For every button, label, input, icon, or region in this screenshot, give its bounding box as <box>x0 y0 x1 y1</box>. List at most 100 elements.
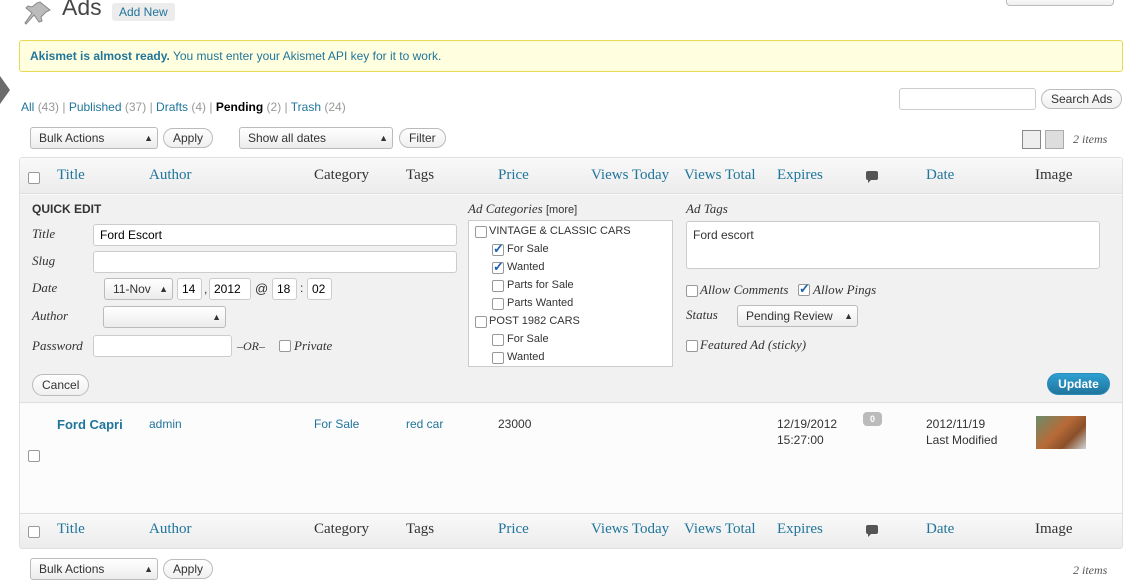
select-arrows-icon: ▲ <box>144 133 153 143</box>
allow-pings-label: Allow Pings <box>813 282 877 297</box>
bulk-actions-select-bottom[interactable]: Bulk Actions ▲ <box>30 558 158 580</box>
select-arrows-icon: ▲ <box>144 564 153 574</box>
cat-label-2: Wanted <box>507 261 545 273</box>
cat-checkbox-4[interactable] <box>492 298 504 310</box>
cat-checkbox-5[interactable] <box>475 316 487 328</box>
row-date-status: Last Modified <box>926 433 998 447</box>
excerpt-view-icon[interactable] <box>1045 130 1064 149</box>
row-author-link[interactable]: admin <box>149 417 182 431</box>
col-date[interactable]: Date <box>926 167 954 184</box>
apply-button-bottom[interactable]: Apply <box>163 559 214 579</box>
foot-col-price[interactable]: Price <box>498 521 529 538</box>
select-arrows-icon: ▲ <box>212 312 221 322</box>
day-input[interactable]: 14 <box>177 278 202 300</box>
foot-col-views-total[interactable]: Views Total <box>684 521 756 538</box>
row-price: 23000 <box>498 417 532 431</box>
private-checkbox[interactable] <box>279 340 291 352</box>
row-title-link[interactable]: Ford Capri <box>57 417 123 432</box>
cat-checkbox-0[interactable] <box>475 226 487 238</box>
add-new-button[interactable]: Add New <box>112 3 175 21</box>
foot-col-date[interactable]: Date <box>926 521 954 538</box>
pushpin-icon <box>24 1 51 25</box>
col-views-total[interactable]: Views Total <box>684 167 756 184</box>
dates-filter-select[interactable]: Show all dates ▲ <box>239 127 393 149</box>
comments-icon[interactable] <box>866 171 878 183</box>
foot-col-expires[interactable]: Expires <box>777 521 823 538</box>
cat-label-7: Wanted <box>507 351 545 363</box>
akismet-notice: Akismet is almost ready. You must enter … <box>19 40 1123 72</box>
comment-count-bubble[interactable]: 0 <box>863 412 882 426</box>
screen-options-button[interactable] <box>1006 0 1114 6</box>
filter-drafts[interactable]: Drafts (4) <box>156 100 206 114</box>
title-input[interactable]: Ford Escort <box>93 224 457 246</box>
minute-input[interactable]: 02 <box>307 278 332 300</box>
col-tags: Tags <box>406 167 435 183</box>
foot-col-image: Image <box>1035 521 1073 537</box>
select-arrows-icon: ▲ <box>379 133 388 143</box>
featured-checkbox[interactable] <box>686 340 698 352</box>
search-input[interactable] <box>899 88 1036 110</box>
list-view-icon[interactable] <box>1022 130 1041 149</box>
cat-label-1: For Sale <box>507 243 549 255</box>
select-arrows-icon: ▲ <box>159 284 168 294</box>
date-label: Date <box>32 280 58 295</box>
featured-label: Featured Ad (sticky) <box>700 337 807 352</box>
row-checkbox[interactable] <box>28 450 40 462</box>
apply-button-top[interactable]: Apply <box>163 128 214 148</box>
cancel-button[interactable]: Cancel <box>32 374 90 396</box>
col-author[interactable]: Author <box>149 167 192 184</box>
tags-textarea[interactable]: Ford escort <box>686 221 1100 269</box>
cat-checkbox-7[interactable] <box>492 352 504 364</box>
more-link[interactable]: [more] <box>546 204 577 216</box>
quick-edit-heading: QUICK EDIT <box>32 202 102 216</box>
password-input[interactable] <box>93 335 232 357</box>
author-select[interactable]: ▲ <box>103 306 226 328</box>
foot-col-views-today[interactable]: Views Today <box>591 521 669 538</box>
row-category-link[interactable]: For Sale <box>314 417 359 431</box>
cat-label-3: Parts for Sale <box>507 279 574 291</box>
filter-trash[interactable]: Trash (24) <box>291 100 346 114</box>
update-button[interactable]: Update <box>1047 373 1110 395</box>
status-filters: All (43) | Published (37) | Drafts (4) |… <box>21 100 346 114</box>
foot-col-title[interactable]: Title <box>57 521 85 538</box>
allow-pings-checkbox[interactable] <box>798 281 810 297</box>
page-title: Ads <box>62 0 102 20</box>
col-views-today[interactable]: Views Today <box>591 167 669 184</box>
private-label: Private <box>294 338 333 353</box>
filter-all[interactable]: All (43) <box>21 100 59 114</box>
col-expires[interactable]: Expires <box>777 167 823 184</box>
filter-published[interactable]: Published (37) <box>69 100 146 114</box>
foot-col-author[interactable]: Author <box>149 521 192 538</box>
items-count-bottom: 2 items <box>1073 563 1108 577</box>
foot-comments-icon[interactable] <box>866 525 878 537</box>
cat-checkbox-1[interactable] <box>492 241 504 257</box>
cat-label-5: POST 1982 CARS <box>489 315 580 327</box>
cat-checkbox-3[interactable] <box>492 280 504 292</box>
search-ads-button[interactable]: Search Ads <box>1041 89 1123 109</box>
allow-comments-checkbox[interactable] <box>686 285 698 297</box>
row-tags-link[interactable]: red car <box>406 417 443 431</box>
cat-checkbox-6[interactable] <box>492 334 504 346</box>
hour-input[interactable]: 18 <box>272 278 297 300</box>
filter-pending[interactable]: Pending (2) <box>216 100 281 114</box>
cat-checkbox-2[interactable] <box>492 259 504 275</box>
select-all-checkbox-top[interactable] <box>28 172 40 184</box>
bulk-actions-select-top[interactable]: Bulk Actions ▲ <box>30 127 158 149</box>
notice-message: You must enter your Akismet API key for … <box>169 49 442 63</box>
row-image-thumbnail[interactable] <box>1036 416 1086 449</box>
slug-label: Slug <box>32 253 56 268</box>
status-select[interactable]: Pending Review ▲ <box>737 305 858 327</box>
row-expires-date: 12/19/2012 <box>777 417 838 431</box>
col-title[interactable]: Title <box>57 167 85 184</box>
col-price[interactable]: Price <box>498 167 529 184</box>
filter-button[interactable]: Filter <box>399 128 446 148</box>
or-text: –OR– <box>237 339 265 353</box>
time-colon: : <box>300 281 304 295</box>
allow-comments-label: Allow Comments <box>700 282 789 297</box>
year-input[interactable]: 2012 <box>209 278 251 300</box>
categories-label: Ad Categories [more] <box>468 201 578 216</box>
slug-input[interactable] <box>93 251 457 273</box>
month-select[interactable]: 11-Nov ▲ <box>104 278 173 300</box>
select-all-checkbox-bottom[interactable] <box>28 526 40 538</box>
items-count-top: 2 items <box>1073 132 1108 146</box>
